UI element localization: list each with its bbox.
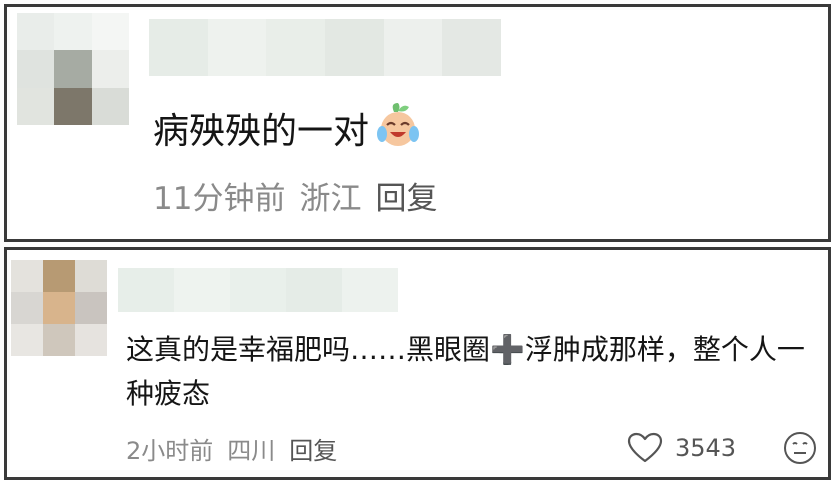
reply-button[interactable]: 回复	[375, 173, 437, 218]
crying-laughing-emoji-icon	[373, 99, 423, 162]
heart-icon	[627, 432, 663, 463]
comment-meta: 11分钟前 浙江 回复	[153, 171, 451, 219]
neutral-face-icon	[784, 432, 816, 464]
comment-time: 2小时前	[126, 436, 214, 465]
username-blurred[interactable]	[149, 19, 502, 76]
comment-body: 这真的是幸福肥吗……黑眼圈➕浮肿成那样，整个人一种疲态	[126, 333, 805, 410]
avatar[interactable]	[17, 13, 129, 125]
comment-location: 浙江	[299, 180, 362, 217]
emoji-reaction-button[interactable]	[783, 431, 817, 469]
avatar[interactable]	[11, 260, 107, 356]
comment-time: 11分钟前	[153, 180, 286, 217]
comment-meta: 2小时前 四川 回复	[126, 428, 351, 468]
comment-card-2: 这真的是幸福肥吗……黑眼圈➕浮肿成那样，整个人一种疲态 2小时前 四川 回复 3…	[4, 247, 831, 480]
comment-location: 四川	[227, 436, 276, 465]
comment-text: 病殃殃的一对	[153, 99, 423, 162]
reply-button[interactable]: 回复	[289, 431, 337, 466]
username-blurred[interactable]	[118, 268, 398, 312]
comment-body: 病殃殃的一对	[153, 111, 370, 152]
comment-card-1: 病殃殃的一对 11分钟前 浙江 回复	[4, 4, 831, 242]
like-button[interactable]: 3543	[627, 428, 736, 468]
like-count: 3543	[675, 434, 737, 462]
